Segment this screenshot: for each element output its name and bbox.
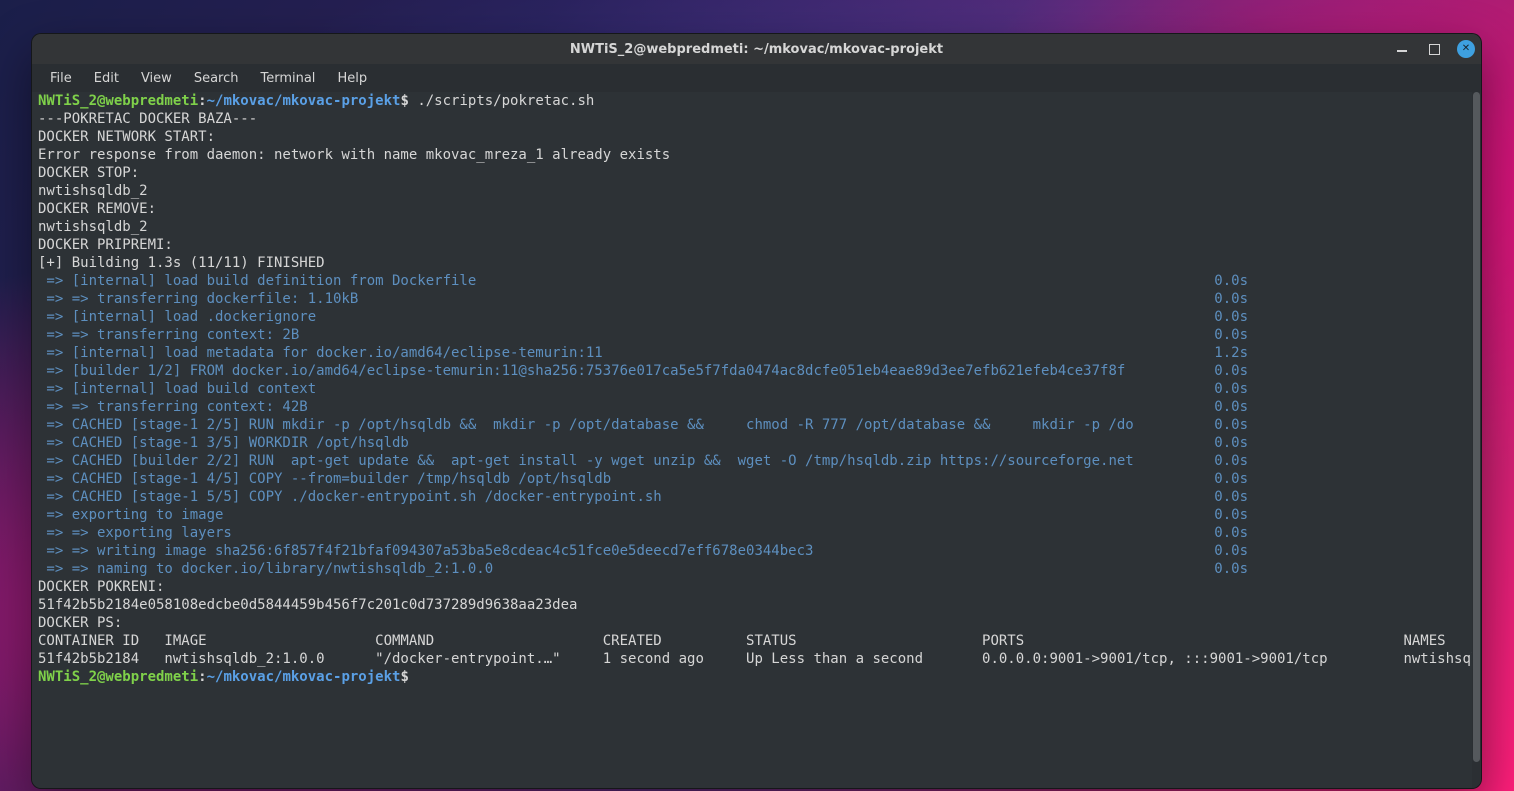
terminal-viewport[interactable]: NWTiS_2@webpredmeti:~/mkovac/mkovac-proj…	[32, 92, 1481, 788]
minimize-icon[interactable]	[1393, 40, 1411, 58]
menu-search[interactable]: Search	[184, 67, 249, 90]
terminal-window: NWTiS_2@webpredmeti: ~/mkovac/mkovac-pro…	[31, 33, 1482, 789]
window-controls	[1393, 40, 1475, 58]
terminal-content[interactable]: NWTiS_2@webpredmeti:~/mkovac/mkovac-proj…	[38, 92, 1472, 788]
menu-view[interactable]: View	[131, 67, 182, 90]
menu-help[interactable]: Help	[327, 67, 377, 90]
scrollbar-thumb[interactable]	[1473, 92, 1480, 762]
close-icon[interactable]	[1457, 40, 1475, 58]
menu-file[interactable]: File	[40, 67, 82, 90]
maximize-icon[interactable]	[1425, 40, 1443, 58]
menu-terminal[interactable]: Terminal	[250, 67, 325, 90]
menubar: File Edit View Search Terminal Help	[32, 64, 1481, 92]
window-title: NWTiS_2@webpredmeti: ~/mkovac/mkovac-pro…	[570, 42, 943, 57]
menu-edit[interactable]: Edit	[84, 67, 129, 90]
titlebar[interactable]: NWTiS_2@webpredmeti: ~/mkovac/mkovac-pro…	[32, 34, 1481, 64]
scrollbar-track[interactable]	[1472, 92, 1481, 788]
